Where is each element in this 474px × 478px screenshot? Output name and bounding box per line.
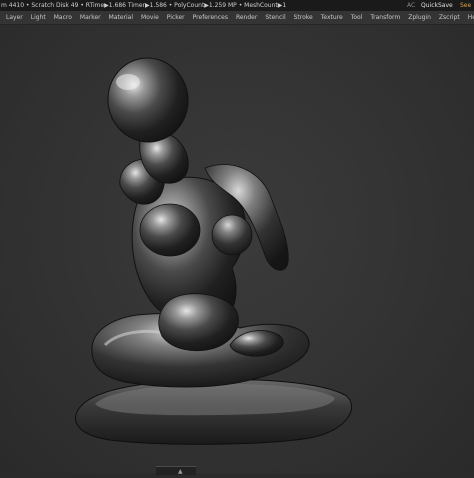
see-through-label[interactable]: See (460, 0, 471, 11)
chest-right (211, 214, 253, 256)
chest-left (139, 203, 201, 257)
hip-pool (158, 293, 239, 352)
menu-tool[interactable]: Tool (347, 11, 367, 24)
menu-zplugin[interactable]: Zplugin (404, 11, 435, 24)
menu-texture[interactable]: Texture (317, 11, 347, 24)
menu-material[interactable]: Material (105, 11, 137, 24)
menu-zscript[interactable]: Zscript (435, 11, 464, 24)
ac-label[interactable]: AC (407, 0, 415, 11)
menu-help[interactable]: Help (464, 11, 474, 24)
menu-layer[interactable]: Layer (2, 11, 27, 24)
head-highlight (116, 74, 140, 90)
menu-movie[interactable]: Movie (137, 11, 163, 24)
menu-macro[interactable]: Macro (50, 11, 76, 24)
menu-stencil[interactable]: Stencil (261, 11, 289, 24)
head (107, 57, 189, 143)
menu-light[interactable]: Light (27, 11, 50, 24)
status-bar: m 4410 • Scratch Disk 49 • RTime▶1.686 T… (0, 0, 474, 11)
quicksave-button[interactable]: QuickSave (421, 0, 453, 11)
viewport-canvas[interactable] (0, 25, 474, 474)
menu-marker[interactable]: Marker (76, 11, 105, 24)
menu-transform[interactable]: Transform (366, 11, 404, 24)
stats-readout: m 4410 • Scratch Disk 49 • RTime▶1.686 T… (1, 2, 287, 9)
menu-stroke[interactable]: Stroke (290, 11, 317, 24)
menu-render[interactable]: Render (232, 11, 261, 24)
sculpt-model[interactable] (0, 25, 474, 474)
menu-preferences[interactable]: Preferences (189, 11, 232, 24)
menu-bar: Layer Light Macro Marker Material Movie … (0, 11, 474, 25)
menu-picker[interactable]: Picker (163, 11, 189, 24)
